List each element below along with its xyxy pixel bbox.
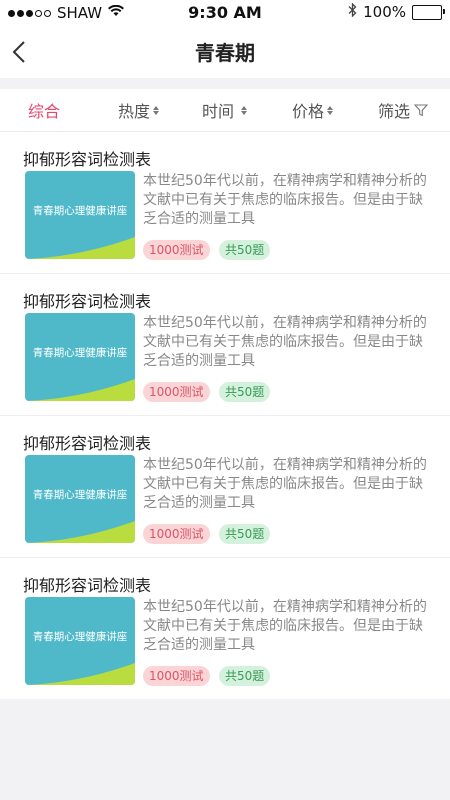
filter-screen[interactable]: 筛选 [378, 89, 429, 131]
sort-arrows-icon [153, 105, 160, 115]
status-bar: SHAW 9:30 AM 100% [0, 0, 450, 26]
item-description: 本世纪50年代以前，在精神病学和精神分析的文献中已有关于焦虑的临床报告。但是由于… [143, 173, 427, 227]
sort-arrows-icon [327, 105, 334, 115]
thumbnail-caption: 青春期心理健康讲座 [32, 205, 128, 217]
battery-icon [412, 4, 445, 20]
sort-arrows-icon [241, 105, 248, 115]
thumbnail-caption: 青春期心理健康讲座 [32, 631, 128, 643]
filter-label: 筛选 [378, 102, 411, 121]
filter-label: 热度 [118, 102, 151, 121]
filter-label: 时间 [202, 102, 235, 121]
item-title: 抑郁形容词检测表 [23, 576, 152, 595]
question-count-badge: 共50题 [219, 524, 271, 544]
tests-badge: 1000测试 [143, 524, 210, 544]
tests-badge: 1000测试 [143, 382, 210, 402]
filter-label: 价格 [292, 102, 325, 121]
item-description: 本世纪50年代以前，在精神病学和精神分析的文献中已有关于焦虑的临床报告。但是由于… [143, 457, 427, 511]
filter-time[interactable]: 时间 [202, 89, 248, 131]
thumbnail-caption: 青春期心理健康讲座 [32, 347, 128, 359]
item-description: 本世纪50年代以前，在精神病学和精神分析的文献中已有关于焦虑的临床报告。但是由于… [143, 315, 427, 369]
filter-label: 综合 [28, 102, 61, 121]
item-title: 抑郁形容词检测表 [23, 292, 152, 311]
list-item[interactable]: 抑郁形容词检测表 青春期心理健康讲座 本世纪50年代以前，在精神病学和精神分析的… [0, 274, 450, 416]
tests-badge: 1000测试 [143, 666, 210, 686]
filter-price[interactable]: 价格 [292, 89, 334, 131]
filter-comprehensive[interactable]: 综合 [28, 89, 60, 131]
item-thumbnail: 青春期心理健康讲座 [25, 313, 135, 401]
funnel-icon [414, 103, 429, 117]
list-item[interactable]: 抑郁形容词检测表 青春期心理健康讲座 本世纪50年代以前，在精神病学和精神分析的… [0, 132, 450, 274]
question-count-badge: 共50题 [219, 382, 271, 402]
filter-bar: 综合 热度 时间 价格 筛选 [0, 89, 450, 132]
thumbnail-caption: 青春期心理健康讲座 [32, 489, 128, 501]
item-thumbnail: 青春期心理健康讲座 [25, 455, 135, 543]
item-title: 抑郁形容词检测表 [23, 434, 152, 453]
tests-badge: 1000测试 [143, 240, 210, 260]
page-title: 青春期 [195, 41, 255, 65]
test-list: 抑郁形容词检测表 青春期心理健康讲座 本世纪50年代以前，在精神病学和精神分析的… [0, 132, 450, 699]
battery-label: 100% [363, 3, 406, 21]
question-count-badge: 共50题 [219, 666, 271, 686]
bluetooth-icon [348, 2, 357, 21]
item-thumbnail: 青春期心理健康讲座 [25, 171, 135, 259]
status-right: 100% [348, 2, 445, 21]
nav-bar: 青春期 [0, 26, 450, 78]
filter-popularity[interactable]: 热度 [118, 89, 160, 131]
list-item[interactable]: 抑郁形容词检测表 青春期心理健康讲座 本世纪50年代以前，在精神病学和精神分析的… [0, 416, 450, 558]
question-count-badge: 共50题 [219, 240, 271, 260]
item-thumbnail: 青春期心理健康讲座 [25, 597, 135, 685]
list-item[interactable]: 抑郁形容词检测表 青春期心理健康讲座 本世纪50年代以前，在精神病学和精神分析的… [0, 558, 450, 699]
item-description: 本世纪50年代以前，在精神病学和精神分析的文献中已有关于焦虑的临床报告。但是由于… [143, 599, 427, 653]
item-title: 抑郁形容词检测表 [23, 150, 152, 169]
